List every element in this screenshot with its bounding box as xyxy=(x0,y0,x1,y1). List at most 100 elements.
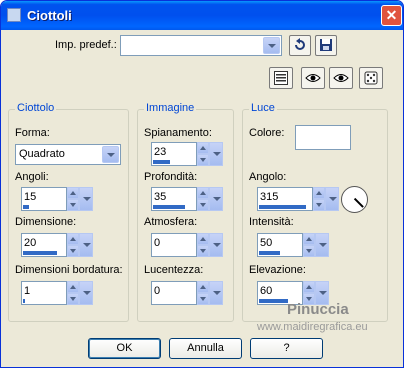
dimensione-value: 20 xyxy=(24,237,37,249)
ok-button[interactable]: OK xyxy=(88,338,161,359)
chevron-down-icon[interactable] xyxy=(209,281,223,305)
spianamento-stepper[interactable] xyxy=(197,142,209,166)
down-arrow-icon[interactable] xyxy=(303,245,315,257)
profondita-label: Profondità: xyxy=(144,171,198,183)
luce-group-title: Luce xyxy=(249,102,277,114)
lucentezza-label: Lucentezza: xyxy=(144,264,204,276)
colore-swatch[interactable] xyxy=(295,125,351,150)
chevron-down-icon[interactable] xyxy=(325,187,339,211)
chevron-down-icon[interactable] xyxy=(209,142,223,166)
chevron-down-icon[interactable] xyxy=(263,37,280,54)
bordatura-stepper[interactable] xyxy=(67,281,79,305)
chevron-down-icon[interactable] xyxy=(102,146,119,163)
spianamento-spinner[interactable]: 23 xyxy=(151,142,223,166)
preset-combo[interactable] xyxy=(120,35,282,56)
up-arrow-icon[interactable] xyxy=(303,281,315,293)
window-title: Ciottoli xyxy=(27,8,72,23)
immagine-group-title: Immagine xyxy=(144,102,197,114)
intensita-stepper[interactable] xyxy=(303,233,315,257)
up-arrow-icon[interactable] xyxy=(197,281,209,293)
lucentezza-field[interactable]: 0 xyxy=(151,281,197,305)
up-arrow-icon[interactable] xyxy=(67,233,79,245)
bordatura-field[interactable]: 1 xyxy=(21,281,67,305)
bordatura-spinner[interactable]: 1 xyxy=(21,281,93,305)
dialog-window: Ciottoli ✕ Imp. predef.: Ciottolo Forma:… xyxy=(0,0,404,368)
angoli-spinner[interactable]: 15 xyxy=(21,187,93,211)
watermark-text: Pinuccia xyxy=(287,301,349,318)
lucentezza-stepper[interactable] xyxy=(197,281,209,305)
help-button[interactable]: ? xyxy=(250,338,323,359)
dimensione-level-bar xyxy=(23,251,57,255)
angolo-level-bar xyxy=(259,205,306,209)
atmosfera-label: Atmosfera: xyxy=(144,216,198,228)
up-arrow-icon[interactable] xyxy=(197,233,209,245)
chevron-down-icon[interactable] xyxy=(209,233,223,257)
angolo-value: 315 xyxy=(260,191,279,203)
light-angle-dial[interactable] xyxy=(341,186,368,213)
atmosfera-field[interactable]: 0 xyxy=(151,233,197,257)
save-preset-button[interactable] xyxy=(315,35,337,56)
randomize-button[interactable] xyxy=(359,67,383,89)
preset-label: Imp. predef.: xyxy=(55,39,117,51)
forma-label: Forma: xyxy=(15,127,50,139)
dimensione-stepper[interactable] xyxy=(67,233,79,257)
up-arrow-icon[interactable] xyxy=(67,187,79,199)
chevron-down-icon[interactable] xyxy=(79,281,93,305)
save-disk-icon xyxy=(320,39,332,51)
angolo-spinner[interactable]: 315 xyxy=(257,187,339,211)
angoli-stepper[interactable] xyxy=(67,187,79,211)
down-arrow-icon[interactable] xyxy=(67,293,79,305)
angolo-stepper[interactable] xyxy=(313,187,325,211)
list-view-button[interactable] xyxy=(269,67,293,89)
atmosfera-value: 0 xyxy=(154,237,161,249)
down-arrow-icon[interactable] xyxy=(197,199,209,211)
lucentezza-spinner[interactable]: 0 xyxy=(151,281,223,305)
dimensione-spinner[interactable]: 20 xyxy=(21,233,93,257)
angoli-value: 15 xyxy=(24,191,37,203)
chevron-down-icon[interactable] xyxy=(315,233,329,257)
lucentezza-value: 0 xyxy=(154,285,161,297)
dimensione-field[interactable]: 20 xyxy=(21,233,67,257)
angolo-field[interactable]: 315 xyxy=(257,187,313,211)
up-arrow-icon[interactable] xyxy=(313,187,325,199)
close-button[interactable]: ✕ xyxy=(381,5,402,26)
elevazione-value: 60 xyxy=(260,285,273,297)
atmosfera-spinner[interactable]: 0 xyxy=(151,233,223,257)
dial-needle xyxy=(353,197,364,208)
angoli-field[interactable]: 15 xyxy=(21,187,67,211)
forma-value: Quadrato xyxy=(19,148,65,160)
atmosfera-stepper[interactable] xyxy=(197,233,209,257)
down-arrow-icon[interactable] xyxy=(197,154,209,166)
reset-button[interactable] xyxy=(289,35,311,56)
eye-toggle-button[interactable] xyxy=(301,67,325,89)
eye-button[interactable] xyxy=(329,67,353,89)
down-arrow-icon[interactable] xyxy=(197,293,209,305)
intensita-value: 50 xyxy=(260,237,273,249)
down-arrow-icon[interactable] xyxy=(197,245,209,257)
intensita-level-bar xyxy=(259,251,280,255)
annulla-button[interactable]: Annulla xyxy=(169,338,242,359)
bordatura-label: Dimensioni bordatura: xyxy=(15,264,123,276)
intensita-spinner[interactable]: 50 xyxy=(257,233,329,257)
spianamento-field[interactable]: 23 xyxy=(151,142,197,166)
chevron-down-icon[interactable] xyxy=(79,233,93,257)
up-arrow-icon[interactable] xyxy=(67,281,79,293)
up-arrow-icon[interactable] xyxy=(197,142,209,154)
angoli-label: Angoli: xyxy=(15,171,49,183)
bordatura-value: 1 xyxy=(24,285,31,297)
up-arrow-icon[interactable] xyxy=(197,187,209,199)
profondita-stepper[interactable] xyxy=(197,187,209,211)
reset-arrow-icon xyxy=(295,38,305,50)
down-arrow-icon[interactable] xyxy=(67,199,79,211)
down-arrow-icon[interactable] xyxy=(313,199,325,211)
up-arrow-icon[interactable] xyxy=(303,233,315,245)
forma-select[interactable]: Quadrato xyxy=(15,144,121,165)
profondita-spinner[interactable]: 35 xyxy=(151,187,223,211)
profondita-field[interactable]: 35 xyxy=(151,187,197,211)
intensita-field[interactable]: 50 xyxy=(257,233,303,257)
chevron-down-icon[interactable] xyxy=(209,187,223,211)
title-bar[interactable]: Ciottoli ✕ xyxy=(1,1,403,30)
down-arrow-icon[interactable] xyxy=(67,245,79,257)
elevazione-label: Elevazione: xyxy=(249,264,306,276)
chevron-down-icon[interactable] xyxy=(79,187,93,211)
